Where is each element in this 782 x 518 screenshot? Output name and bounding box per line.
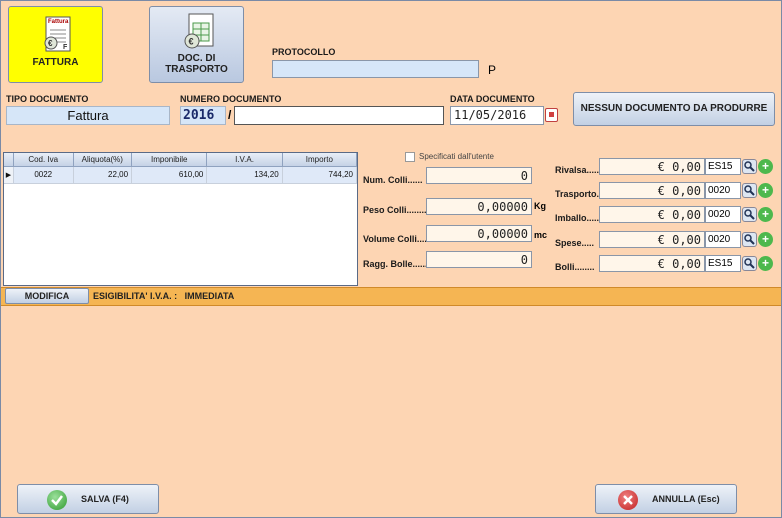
bolli-code[interactable]: ES15 [705,255,741,272]
rivalsa-search-icon[interactable] [742,159,757,174]
check-icon [47,490,67,510]
ragg-bolle-input[interactable]: 0 [426,251,532,268]
cell-cod-iva[interactable]: 0022 [13,166,74,184]
ddt-label-1: DOC. DI [177,53,216,64]
iva-table: Cod. Iva Aliquota(%) Imponibile I.V.A. I… [3,152,358,286]
spese-input[interactable]: € 0,00 [599,231,705,248]
rivalsa-label: Rivalsa..... [555,165,600,175]
numero-anno: 2016 [180,106,226,125]
imballo-search-icon[interactable] [742,207,757,222]
cell-imponibile[interactable]: 610,00 [131,166,208,184]
peso-colli-input[interactable]: 0,00000 [426,198,532,215]
trasporto-code[interactable]: 0020 [705,182,741,199]
svg-text:€: € [189,37,194,47]
specificati-checkbox[interactable] [405,152,415,162]
spese-search-icon[interactable] [742,232,757,247]
spese-code[interactable]: 0020 [705,231,741,248]
col-aliquota[interactable]: Aliquota(%) [73,153,133,167]
trasporto-input[interactable]: € 0,00 [599,182,705,199]
fattura-button[interactable]: € F Fattura FATTURA [8,6,103,83]
num-colli-label: Num. Colli...... [363,175,423,185]
modifica-button[interactable]: MODIFICA [5,288,89,304]
peso-unit: Kg [534,201,546,211]
volume-colli-input[interactable]: 0,00000 [426,225,532,242]
col-iva[interactable]: I.V.A. [206,153,283,167]
salva-button[interactable]: SALVA (F4) [17,484,159,514]
cancel-icon [618,490,638,510]
num-colli-input[interactable]: 0 [426,167,532,184]
ddt-button[interactable]: € DOC. DI TRASPORTO [149,6,244,83]
spreadsheet-icon: € [183,13,215,54]
cell-iva[interactable]: 134,20 [206,166,283,184]
numero-documento-label: NUMERO DOCUMENTO [180,94,282,104]
peso-colli-label: Peso Colli......... [363,205,430,215]
rivalsa-input[interactable]: € 0,00 [599,158,705,175]
data-documento-input[interactable]: 11/05/2016 [450,106,544,125]
col-cod-iva[interactable]: Cod. Iva [13,153,74,167]
bolli-input[interactable]: € 0,00 [599,255,705,272]
cell-importo[interactable]: 744,20 [282,166,358,184]
col-imponibile[interactable]: Imponibile [131,153,208,167]
protocollo-suffix: P [488,63,497,77]
spese-label: Spese..... [555,238,595,248]
imballo-add-icon[interactable]: + [758,207,773,222]
fattura-label: FATTURA [32,57,79,68]
imballo-label: Imballo..... [555,213,600,223]
volume-unit: mc [534,230,548,240]
trasporto-label: Trasporto. [555,189,600,199]
iva-table-header: Cod. Iva Aliquota(%) Imponibile I.V.A. I… [4,153,358,167]
rivalsa-add-icon[interactable]: + [758,159,773,174]
invoice-icon: € F Fattura [42,16,74,54]
svg-text:€: € [48,39,53,48]
volume-colli-label: Volume Colli...... [363,234,432,244]
protocollo-field[interactable] [272,60,479,78]
spese-add-icon[interactable]: + [758,232,773,247]
invoice-icon-text: Fattura [48,19,69,25]
data-documento-label: DATA DOCUMENTO [450,94,535,104]
esigibilita-text: ESIGIBILITA' I.V.A. : IMMEDIATA [93,291,235,301]
rivalsa-code[interactable]: ES15 [705,158,741,175]
protocollo-label: PROTOCOLLO [272,47,336,57]
tipo-documento-label: TIPO DOCUMENTO [6,94,89,104]
table-row[interactable]: ▶ 0022 22,00 610,00 134,20 744,20 [4,166,358,184]
row-pointer-icon: ▶ [4,166,14,184]
tipo-documento-field[interactable]: Fattura [6,106,170,125]
ddt-label-2: TRASPORTO [165,64,228,75]
col-importo[interactable]: Importo [282,153,358,167]
specificati-label: Specificati dall'utente [419,152,494,161]
nessun-documento-button[interactable]: NESSUN DOCUMENTO DA PRODURRE [573,92,775,126]
imballo-code[interactable]: 0020 [705,206,741,223]
trasporto-search-icon[interactable] [742,183,757,198]
row-selector-header [4,153,14,167]
annulla-button[interactable]: ANNULLA (Esc) [595,484,737,514]
numero-documento-input[interactable] [234,106,444,125]
calendar-icon[interactable] [545,108,558,122]
numero-separator: / [228,108,232,122]
cost-rows: Rivalsa..... € 0,00 ES15 + Trasporto. € … [554,158,779,278]
trasporto-add-icon[interactable]: + [758,183,773,198]
annulla-label: ANNULLA (Esc) [652,494,720,504]
bolli-label: Bolli........ [555,262,595,272]
ragg-bolle-label: Ragg. Bolle....... [363,259,431,269]
imballo-input[interactable]: € 0,00 [599,206,705,223]
cell-aliquota[interactable]: 22,00 [73,166,133,184]
salva-label: SALVA (F4) [81,494,129,504]
bolli-search-icon[interactable] [742,256,757,271]
svg-text:F: F [63,44,68,51]
bolli-add-icon[interactable]: + [758,256,773,271]
